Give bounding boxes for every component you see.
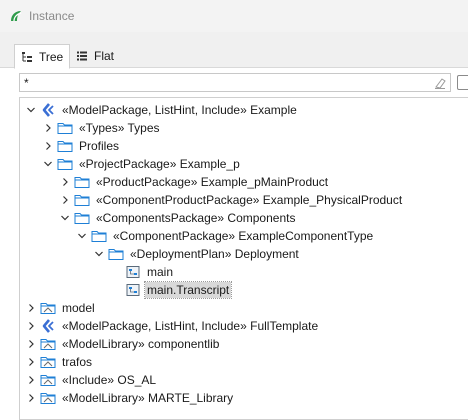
tab-tree[interactable]: Tree: [14, 44, 71, 69]
chevron-right-icon[interactable]: [25, 356, 37, 368]
chevron-right-icon[interactable]: [25, 338, 37, 350]
chevron-down-icon[interactable]: [59, 212, 71, 224]
library-folder-icon: [40, 391, 56, 405]
tree-item-label: «ModelLibrary» MARTE_Library: [62, 391, 234, 405]
tree-item[interactable]: «ModelPackage, ListHint, Include» FullTe…: [20, 317, 468, 335]
folder-icon: [74, 211, 90, 225]
library-folder-icon: [40, 337, 56, 351]
chevron-right-icon[interactable]: [25, 392, 37, 404]
tree-item[interactable]: «Types» Types: [20, 119, 468, 137]
title-bar: Instance: [0, 0, 468, 32]
folder-icon: [108, 247, 124, 261]
tree-item-label: model: [62, 301, 95, 315]
chevron-down-icon[interactable]: [25, 104, 37, 116]
tab-strip: Tree Flat: [0, 32, 468, 69]
tab-flat-label: Flat: [94, 49, 115, 63]
window-title: Instance: [29, 9, 75, 23]
tree-item[interactable]: «DeploymentPlan» Deployment: [20, 245, 468, 263]
tree-item[interactable]: main.Transcript: [20, 281, 468, 299]
library-folder-icon: [40, 355, 56, 369]
chevron-right-icon[interactable]: [25, 374, 37, 386]
eraser-icon[interactable]: [433, 76, 447, 90]
model-tree[interactable]: «ModelPackage, ListHint, Include» Exampl…: [19, 97, 468, 420]
tree-item-label: «Types» Types: [79, 121, 160, 135]
tree-item-label: «ModelLibrary» componentlib: [62, 337, 220, 351]
chevron-right-icon[interactable]: [59, 194, 71, 206]
tree-item-label: «ModelPackage, ListHint, Include» FullTe…: [62, 319, 319, 333]
diagram-icon: [125, 265, 141, 279]
tree-spacer: [110, 266, 122, 278]
chevron-down-icon[interactable]: [42, 158, 54, 170]
chevron-right-icon[interactable]: [25, 302, 37, 314]
tree-item-label: main.Transcript: [143, 281, 233, 299]
tab-tree-label: Tree: [39, 49, 64, 64]
tree-item[interactable]: «ComponentsPackage» Components: [20, 209, 468, 227]
tree-item-label: «DeploymentPlan» Deployment: [130, 247, 299, 261]
tree-item[interactable]: trafos: [20, 353, 468, 371]
folder-icon: [91, 229, 107, 243]
model-package-icon: [40, 103, 56, 117]
tree-item[interactable]: «ProjectPackage» Example_p: [20, 155, 468, 173]
tree-item[interactable]: «ModelLibrary» MARTE_Library: [20, 389, 468, 407]
chevron-right-icon[interactable]: [59, 176, 71, 188]
folder-icon: [57, 139, 73, 153]
chevron-down-icon[interactable]: [76, 230, 88, 242]
library-folder-icon: [40, 301, 56, 315]
folder-icon: [57, 121, 73, 135]
folder-icon: [74, 193, 90, 207]
tree-view-icon: [22, 51, 32, 62]
tree-spacer: [110, 284, 122, 296]
app-logo-icon: [11, 11, 22, 22]
tree-item[interactable]: «ProductPackage» Example_pMainProduct: [20, 173, 468, 191]
tree-item[interactable]: main: [20, 263, 468, 281]
tree-item[interactable]: «ModelPackage, ListHint, Include» Exampl…: [20, 101, 468, 119]
tree-item[interactable]: «ComponentPackage» ExampleComponentType: [20, 227, 468, 245]
tree-item-label: «ProjectPackage» Example_p: [79, 157, 240, 171]
diagram-icon: [125, 283, 141, 297]
library-folder-icon: [40, 373, 56, 387]
tree-item-label: «ProductPackage» Example_pMainProduct: [96, 175, 329, 189]
tree-item-label: Profiles: [79, 139, 120, 153]
tree-item[interactable]: «ComponentProductPackage» Example_Physic…: [20, 191, 468, 209]
tree-item-label: «ComponentProductPackage» Example_Physic…: [96, 193, 403, 207]
model-package-icon: [40, 319, 56, 333]
chevron-down-icon[interactable]: [93, 248, 105, 260]
tree-item[interactable]: Profiles: [20, 137, 468, 155]
flat-list-icon: [77, 51, 87, 61]
chevron-right-icon[interactable]: [42, 122, 54, 134]
tree-item-label: trafos: [62, 355, 93, 369]
tree-item[interactable]: «Include» OS_AL: [20, 371, 468, 389]
tree-item-label: «ComponentsPackage» Components: [96, 211, 296, 225]
chevron-right-icon[interactable]: [25, 320, 37, 332]
chevron-right-icon[interactable]: [42, 140, 54, 152]
tree-item-label: «ModelPackage, ListHint, Include» Exampl…: [62, 103, 297, 117]
tree-item[interactable]: model: [20, 299, 468, 317]
tree-item[interactable]: «ModelLibrary» componentlib: [20, 335, 468, 353]
filter-input[interactable]: [19, 73, 451, 92]
options-checkbox[interactable]: [457, 75, 468, 90]
tab-flat[interactable]: Flat: [70, 44, 120, 68]
tree-item-label: «Include» OS_AL: [62, 373, 157, 387]
tree-item-label: «ComponentPackage» ExampleComponentType: [113, 229, 374, 243]
tree-item-label: main: [147, 265, 174, 279]
folder-icon: [74, 175, 90, 189]
folder-icon: [57, 157, 73, 171]
